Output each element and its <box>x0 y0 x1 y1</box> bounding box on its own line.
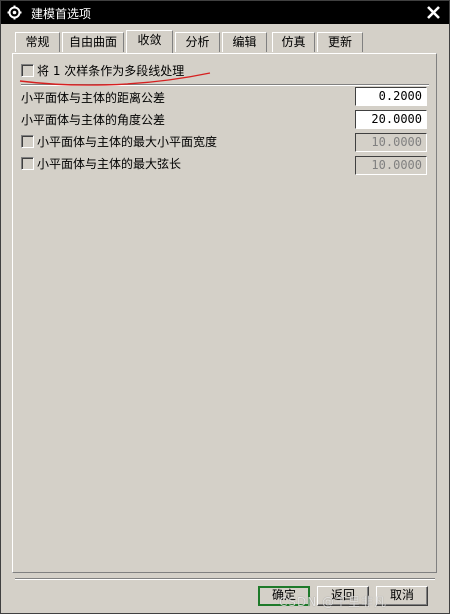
max-chord-label: 小平面体与主体的最大弦长 <box>37 157 182 171</box>
tab-general[interactable]: 常规 <box>15 32 60 52</box>
max-facet-width-input: 10.0000 <box>355 133 427 152</box>
title-bar[interactable]: 建模首选项 <box>1 1 449 24</box>
tab-strip: 常规 自由曲面 收敛 分析 编辑 仿真 更新 <box>15 30 435 53</box>
modeling-preferences-dialog: 建模首选项 常规 自由曲面 收敛 分析 编辑 仿真 更新 将 1 次样条作为多段… <box>0 0 450 614</box>
max-facet-width-row[interactable]: 小平面体与主体的最大小平面宽度 <box>21 133 217 151</box>
distance-tol-label: 小平面体与主体的距离公差 <box>21 91 166 105</box>
footer-separator <box>15 578 435 580</box>
max-chord-checkbox[interactable] <box>21 157 34 170</box>
angle-tol-input[interactable]: 20.0000 <box>355 110 427 129</box>
gear-icon <box>7 5 22 20</box>
convergence-panel: 将 1 次样条作为多段线处理 小平面体与主体的距离公差 0.2000 小平面体与… <box>12 53 437 573</box>
max-chord-input: 10.0000 <box>355 156 427 175</box>
tab-convergence[interactable]: 收敛 <box>126 30 173 53</box>
max-facet-width-checkbox[interactable] <box>21 135 34 148</box>
tab-freeform[interactable]: 自由曲面 <box>62 32 124 52</box>
tab-analysis[interactable]: 分析 <box>175 32 220 52</box>
watermark: CSDN @千里非凡 <box>279 595 388 609</box>
max-chord-row[interactable]: 小平面体与主体的最大弦长 <box>21 155 181 173</box>
tab-edit[interactable]: 编辑 <box>222 32 267 52</box>
close-icon[interactable] <box>426 5 441 20</box>
dialog-title: 建模首选项 <box>31 7 92 21</box>
annotation-underline <box>19 72 211 86</box>
tab-simulation[interactable]: 仿真 <box>272 32 315 52</box>
angle-tol-label: 小平面体与主体的角度公差 <box>21 113 166 127</box>
distance-tol-input[interactable]: 0.2000 <box>355 87 427 106</box>
max-facet-width-label: 小平面体与主体的最大小平面宽度 <box>37 135 218 149</box>
tab-update[interactable]: 更新 <box>317 32 363 52</box>
